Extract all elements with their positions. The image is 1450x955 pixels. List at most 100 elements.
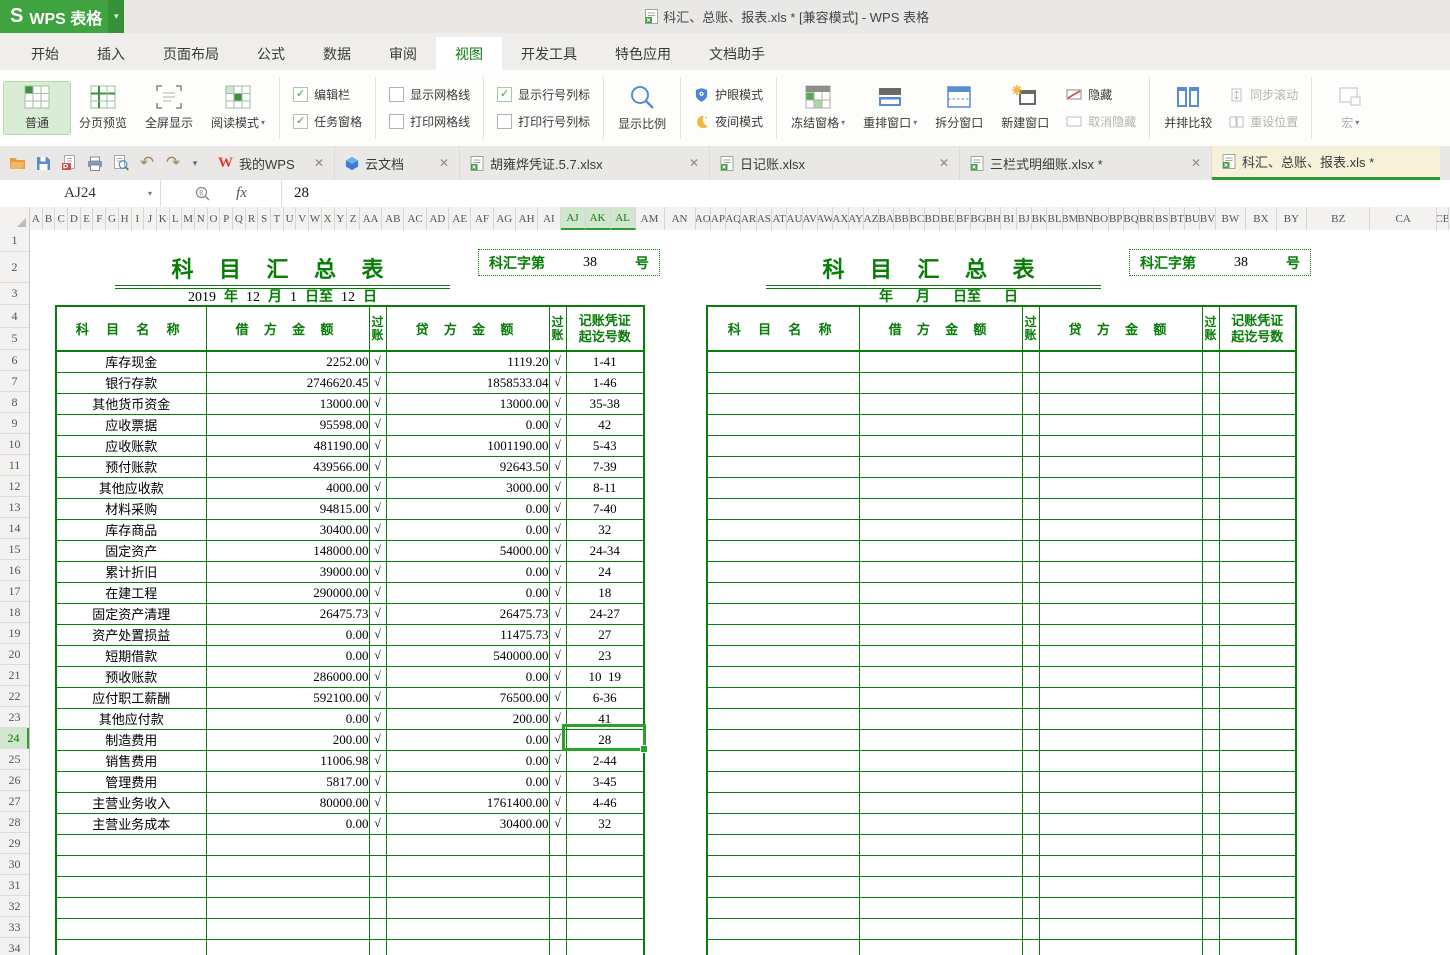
- voucher-cell[interactable]: [1219, 666, 1296, 687]
- credit-cell[interactable]: [1039, 624, 1202, 645]
- posted-check-cell[interactable]: √: [549, 414, 566, 435]
- show-gridlines-checkbox[interactable]: ✓显示网格线: [389, 86, 470, 103]
- account-cell[interactable]: 短期借款: [56, 645, 206, 666]
- column-header[interactable]: AV: [803, 207, 818, 230]
- account-cell[interactable]: [56, 897, 206, 918]
- column-header[interactable]: AE: [449, 207, 471, 230]
- fx-icon[interactable]: fx: [236, 185, 247, 202]
- posted-check-cell[interactable]: √: [369, 519, 386, 540]
- column-header[interactable]: X: [322, 207, 335, 230]
- column-header[interactable]: BI: [1001, 207, 1016, 230]
- column-header[interactable]: AX: [833, 207, 848, 230]
- posted-check-cell[interactable]: [549, 897, 566, 918]
- column-header[interactable]: CB: [1437, 207, 1449, 230]
- voucher-cell[interactable]: 1-41: [566, 351, 644, 372]
- account-cell[interactable]: [56, 855, 206, 876]
- debit-cell[interactable]: [859, 771, 1022, 792]
- debit-cell[interactable]: 4000.00: [206, 477, 369, 498]
- posted-check-cell[interactable]: √: [549, 750, 566, 771]
- credit-cell[interactable]: 0.00: [386, 771, 549, 792]
- column-header[interactable]: AO: [696, 207, 711, 230]
- eye-protection-button[interactable]: 护眼模式: [694, 86, 763, 103]
- column-header[interactable]: L: [170, 207, 183, 230]
- voucher-cell[interactable]: [1219, 435, 1296, 456]
- row-header[interactable]: 16: [0, 560, 29, 581]
- posted-check-cell[interactable]: √: [369, 624, 386, 645]
- posted-check-cell[interactable]: [369, 897, 386, 918]
- posted-check-cell[interactable]: [1022, 540, 1039, 561]
- account-cell[interactable]: 库存现金: [56, 351, 206, 372]
- tab-my-wps[interactable]: W 我的WPS ✕: [208, 146, 335, 180]
- posted-check-cell[interactable]: [1022, 645, 1039, 666]
- column-header[interactable]: AP: [711, 207, 726, 230]
- debit-cell[interactable]: [859, 897, 1022, 918]
- posted-check-cell[interactable]: [1202, 855, 1219, 876]
- voucher-cell[interactable]: [1219, 750, 1296, 771]
- posted-check-cell[interactable]: [1022, 750, 1039, 771]
- account-cell[interactable]: [56, 939, 206, 955]
- account-cell[interactable]: [707, 918, 859, 939]
- select-all-corner[interactable]: [0, 207, 30, 230]
- column-header[interactable]: T: [271, 207, 284, 230]
- voucher-cell[interactable]: [1219, 897, 1296, 918]
- header-account[interactable]: 科 目 名 称: [707, 306, 859, 351]
- account-cell[interactable]: [707, 582, 859, 603]
- debit-cell[interactable]: 80000.00: [206, 792, 369, 813]
- posted-check-cell[interactable]: √: [549, 708, 566, 729]
- debit-cell[interactable]: 94815.00: [206, 498, 369, 519]
- row-header[interactable]: 1: [0, 230, 29, 252]
- print-headings-checkbox[interactable]: ✓打印行号列标: [497, 113, 590, 130]
- voucher-cell[interactable]: [1219, 603, 1296, 624]
- debit-cell[interactable]: 11006.98: [206, 750, 369, 771]
- posted-check-cell[interactable]: √: [549, 372, 566, 393]
- posted-check-cell[interactable]: [549, 834, 566, 855]
- row-header[interactable]: 27: [0, 791, 29, 812]
- column-header[interactable]: BF: [956, 207, 971, 230]
- posted-check-cell[interactable]: [549, 876, 566, 897]
- voucher-cell[interactable]: [1219, 477, 1296, 498]
- posted-check-cell[interactable]: √: [549, 351, 566, 372]
- voucher-cell[interactable]: [1219, 645, 1296, 666]
- voucher-cell[interactable]: 6-36: [566, 687, 644, 708]
- debit-cell[interactable]: 148000.00: [206, 540, 369, 561]
- voucher-cell[interactable]: [1219, 687, 1296, 708]
- posted-check-cell[interactable]: √: [549, 393, 566, 414]
- menu-tab[interactable]: 文档助手: [690, 37, 784, 70]
- column-header[interactable]: BT: [1170, 207, 1185, 230]
- posted-check-cell[interactable]: [1202, 414, 1219, 435]
- posted-check-cell[interactable]: [1202, 834, 1219, 855]
- credit-cell[interactable]: [1039, 708, 1202, 729]
- debit-cell[interactable]: [859, 750, 1022, 771]
- row-header[interactable]: 6: [0, 350, 29, 371]
- debit-cell[interactable]: [859, 498, 1022, 519]
- voucher-cell[interactable]: 7-40: [566, 498, 644, 519]
- posted-check-cell[interactable]: [1022, 603, 1039, 624]
- debit-cell[interactable]: 95598.00: [206, 414, 369, 435]
- posted-check-cell[interactable]: √: [549, 540, 566, 561]
- posted-check-cell[interactable]: [1022, 666, 1039, 687]
- column-header[interactable]: V: [296, 207, 309, 230]
- account-cell[interactable]: 其他应收款: [56, 477, 206, 498]
- column-header[interactable]: BU: [1185, 207, 1200, 230]
- debit-cell[interactable]: 200.00: [206, 729, 369, 750]
- account-cell[interactable]: [707, 750, 859, 771]
- account-cell[interactable]: 库存商品: [56, 519, 206, 540]
- posted-check-cell[interactable]: [1022, 435, 1039, 456]
- posted-check-cell[interactable]: √: [369, 372, 386, 393]
- credit-cell[interactable]: [1039, 477, 1202, 498]
- posted-check-cell[interactable]: √: [369, 813, 386, 834]
- menu-tab[interactable]: 公式: [238, 37, 304, 70]
- column-header[interactable]: AS: [757, 207, 772, 230]
- credit-cell[interactable]: 1858533.04: [386, 372, 549, 393]
- column-header[interactable]: AH: [516, 207, 538, 230]
- debit-cell[interactable]: [859, 519, 1022, 540]
- menu-tab[interactable]: 开发工具: [502, 37, 596, 70]
- column-header[interactable]: BD: [925, 207, 940, 230]
- debit-cell[interactable]: [859, 813, 1022, 834]
- voucher-cell[interactable]: 4-46: [566, 792, 644, 813]
- voucher-cell[interactable]: [1219, 414, 1296, 435]
- posted-check-cell[interactable]: [549, 939, 566, 955]
- column-header[interactable]: AU: [787, 207, 802, 230]
- posted-check-cell[interactable]: [1202, 372, 1219, 393]
- unhide-button[interactable]: 取消隐藏: [1066, 113, 1136, 130]
